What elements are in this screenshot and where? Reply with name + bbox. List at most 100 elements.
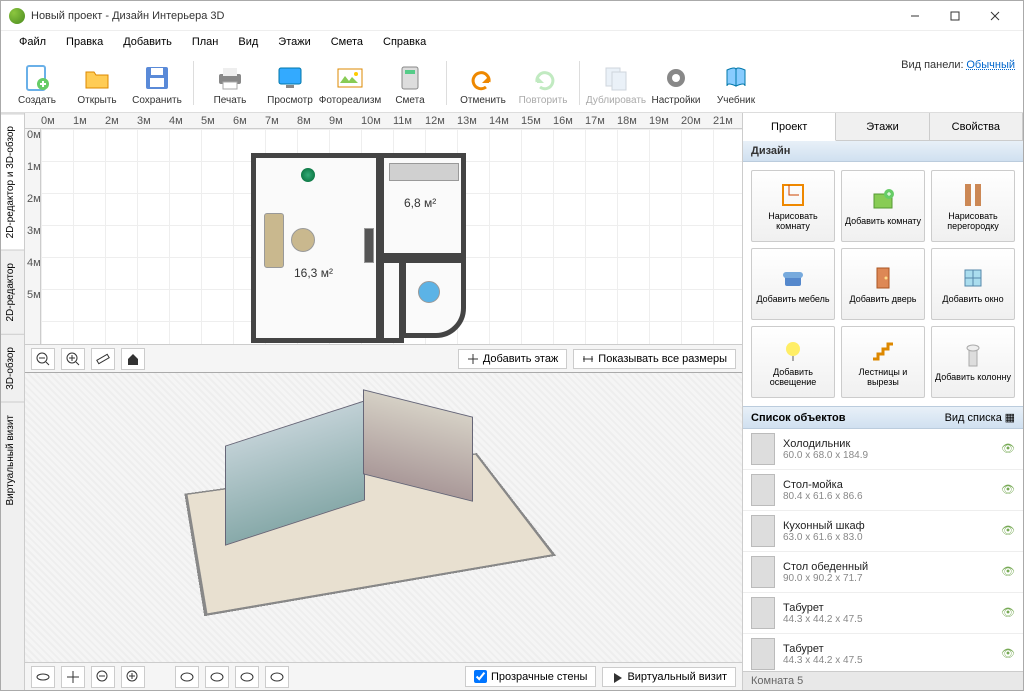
- open-button[interactable]: Открыть: [67, 57, 127, 111]
- pane-3d[interactable]: Прозрачные стены Виртуальный визит: [25, 373, 742, 690]
- object-thumb-icon: [751, 597, 775, 629]
- object-row[interactable]: Табурет44.3 x 44.2 x 47.5👁: [743, 634, 1023, 671]
- menu-floors[interactable]: Этажи: [270, 34, 318, 50]
- view-panel-label: Вид панели: Обычный: [901, 59, 1015, 71]
- create-button[interactable]: Создать: [7, 57, 67, 111]
- tab-project[interactable]: Проект: [743, 113, 836, 141]
- view-panel-link[interactable]: Обычный: [966, 59, 1015, 71]
- kitchen-icon: [389, 163, 459, 181]
- visibility-icon[interactable]: 👁: [1001, 483, 1015, 497]
- design-icon: [869, 337, 897, 365]
- menu-help[interactable]: Справка: [375, 34, 434, 50]
- menubar: Файл Правка Добавить План Вид Этажи Смет…: [1, 31, 1023, 53]
- left-tab-2d3d[interactable]: 2D-редактор и 3D-обзор: [1, 113, 24, 250]
- design-card-3[interactable]: Добавить мебель: [751, 248, 835, 320]
- redo-button[interactable]: Повторить: [513, 57, 573, 111]
- photo-icon: [335, 63, 365, 93]
- object-thumb-icon: [751, 433, 775, 465]
- settings-button[interactable]: Настройки: [646, 57, 706, 111]
- photo-button[interactable]: Фотореализм: [320, 57, 380, 111]
- minimize-button[interactable]: [895, 2, 935, 30]
- maximize-button[interactable]: [935, 2, 975, 30]
- view-1-button[interactable]: [175, 666, 199, 688]
- print-button[interactable]: Печать: [200, 57, 260, 111]
- visibility-icon[interactable]: 👁: [1001, 524, 1015, 538]
- room-1[interactable]: 16,3 м²: [251, 153, 381, 343]
- design-card-7[interactable]: Лестницы и вырезы: [841, 326, 925, 398]
- left-tab-virtual[interactable]: Виртуальный визит: [1, 402, 24, 518]
- design-icon: [959, 264, 987, 292]
- menu-plan[interactable]: План: [184, 34, 227, 50]
- object-row[interactable]: Табурет44.3 x 44.2 x 47.5👁: [743, 593, 1023, 634]
- design-card-2[interactable]: Нарисовать перегородку: [931, 170, 1015, 242]
- design-card-5[interactable]: Добавить окно: [931, 248, 1015, 320]
- textbook-button[interactable]: Учебник: [706, 57, 766, 111]
- pan-button[interactable]: [61, 666, 85, 688]
- object-row[interactable]: Стол-мойка80.4 x 61.6 x 86.6👁: [743, 470, 1023, 511]
- design-card-1[interactable]: Добавить комнату: [841, 170, 925, 242]
- calc-icon: [395, 63, 425, 93]
- duplicate-button[interactable]: Дублировать: [586, 57, 646, 111]
- design-icon: [869, 264, 897, 292]
- virtual-visit-button[interactable]: Виртуальный визит: [602, 667, 736, 687]
- tools-3d: Прозрачные стены Виртуальный визит: [25, 662, 742, 690]
- visibility-icon[interactable]: 👁: [1001, 606, 1015, 620]
- view-3-button[interactable]: [235, 666, 259, 688]
- object-thumb-icon: [751, 556, 775, 588]
- menu-view[interactable]: Вид: [230, 34, 266, 50]
- menu-add[interactable]: Добавить: [115, 34, 180, 50]
- design-card-4[interactable]: Добавить дверь: [841, 248, 925, 320]
- gear-icon: [661, 63, 691, 93]
- redo-icon: [528, 63, 558, 93]
- menu-edit[interactable]: Правка: [58, 34, 111, 50]
- left-tabs: 2D-редактор и 3D-обзор 2D-редактор 3D-об…: [1, 113, 25, 690]
- transparent-walls-checkbox[interactable]: Прозрачные стены: [465, 666, 596, 687]
- undo-button[interactable]: Отменить: [453, 57, 513, 111]
- room-2[interactable]: 6,8 м²: [379, 153, 466, 258]
- rotate-360-button[interactable]: [31, 666, 55, 688]
- visibility-icon[interactable]: 👁: [1001, 442, 1015, 456]
- menu-estimate[interactable]: Смета: [323, 34, 371, 50]
- menu-file[interactable]: Файл: [11, 34, 54, 50]
- render-3d: [195, 383, 525, 643]
- estimate-button[interactable]: Смета: [380, 57, 440, 111]
- object-row[interactable]: Кухонный шкаф63.0 x 61.6 x 83.0👁: [743, 511, 1023, 552]
- list-view-icon[interactable]: ▦: [1005, 412, 1015, 424]
- floorplan[interactable]: 16,3 м² 6,8 м²: [251, 153, 466, 343]
- view-2-button[interactable]: [205, 666, 229, 688]
- design-card-0[interactable]: Нарисовать комнату: [751, 170, 835, 242]
- ruler-vertical: 0м1м2м3м4м5м: [25, 129, 41, 344]
- save-button[interactable]: Сохранить: [127, 57, 187, 111]
- zoom-out-3d-button[interactable]: [91, 666, 115, 688]
- design-icon: [959, 342, 987, 370]
- design-grid: Нарисовать комнатуДобавить комнатуНарисо…: [743, 162, 1023, 406]
- view-4-button[interactable]: [265, 666, 289, 688]
- room-3[interactable]: [401, 258, 466, 338]
- close-button[interactable]: [975, 2, 1015, 30]
- object-row[interactable]: Стол обеденный90.0 x 90.2 x 71.7👁: [743, 552, 1023, 593]
- object-list: Холодильник60.0 x 68.0 x 184.9👁Стол-мойк…: [743, 429, 1023, 671]
- toolbar: Создать Открыть Сохранить Печать Просмот…: [1, 53, 1023, 113]
- visibility-icon[interactable]: 👁: [1001, 565, 1015, 579]
- design-card-6[interactable]: Добавить освещение: [751, 326, 835, 398]
- left-tab-2d[interactable]: 2D-редактор: [1, 250, 24, 334]
- home-button[interactable]: [121, 348, 145, 370]
- visibility-icon[interactable]: 👁: [1001, 647, 1015, 661]
- zoom-out-button[interactable]: [31, 348, 55, 370]
- new-file-icon: [22, 63, 52, 93]
- toilet-icon: [418, 281, 440, 303]
- add-floor-button[interactable]: Добавить этаж: [458, 349, 567, 369]
- ruler-tool[interactable]: [91, 348, 115, 370]
- plan-grid[interactable]: 16,3 м² 6,8 м²: [41, 129, 742, 344]
- zoom-in-3d-button[interactable]: [121, 666, 145, 688]
- tab-properties[interactable]: Свойства: [930, 113, 1023, 140]
- zoom-in-button[interactable]: [61, 348, 85, 370]
- tab-floors[interactable]: Этажи: [836, 113, 929, 140]
- design-header: Дизайн: [743, 141, 1023, 162]
- design-icon: [869, 186, 897, 214]
- design-card-8[interactable]: Добавить колонну: [931, 326, 1015, 398]
- preview-button[interactable]: Просмотр: [260, 57, 320, 111]
- left-tab-3d[interactable]: 3D-обзор: [1, 334, 24, 402]
- show-dims-button[interactable]: Показывать все размеры: [573, 349, 736, 369]
- object-row[interactable]: Холодильник60.0 x 68.0 x 184.9👁: [743, 429, 1023, 470]
